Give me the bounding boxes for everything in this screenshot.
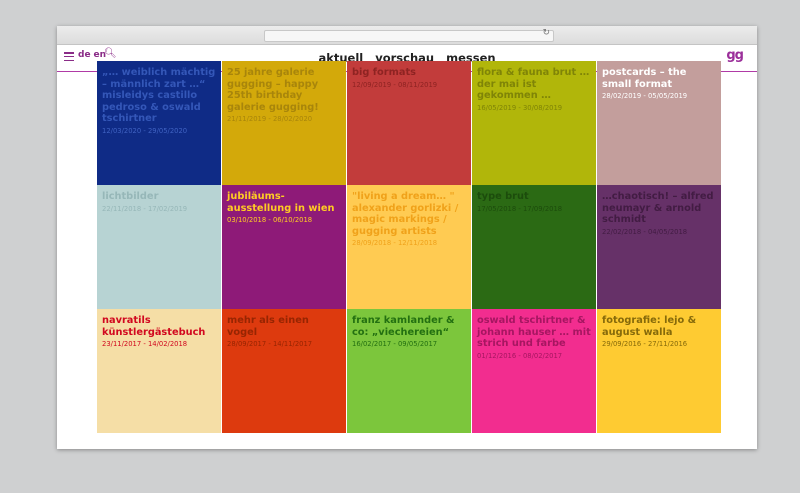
- exhibition-title: franz kamlander & co: „viechereien“: [352, 315, 455, 338]
- exhibition-tile[interactable]: postcards – the small format 28/02/2019 -…: [597, 61, 721, 185]
- exhibition-title: big formats: [352, 67, 416, 78]
- site-logo[interactable]: gg: [726, 48, 744, 63]
- browser-window: ↻ de en 🔍︎ aktuell vorschau messen gg „……: [57, 26, 757, 449]
- exhibition-date: 22/02/2018 - 04/05/2018: [602, 227, 688, 236]
- exhibition-date: 21/11/2019 - 28/02/2020: [227, 115, 313, 123]
- browser-toolbar: ↻: [57, 26, 757, 45]
- exhibition-title: fotografie: lejo & august walla: [602, 315, 697, 338]
- exhibition-tile[interactable]: big formats 12/09/2019 - 08/11/2019: [347, 61, 471, 185]
- exhibition-date: 16/05/2019 - 30/08/2019: [477, 103, 563, 112]
- exhibition-title: …chaotisch! – alfred neumayr & arnold sc…: [602, 191, 714, 225]
- exhibition-title: mehr als einen vogel: [227, 315, 309, 338]
- exhibition-tile[interactable]: "living a dream… " alexander gorlizki / …: [347, 185, 471, 309]
- exhibition-date: 16/02/2017 - 09/05/2017: [352, 340, 438, 348]
- exhibition-grid: „… weiblich mächtig – männlich zart …“ m…: [97, 61, 721, 433]
- exhibition-date: 29/09/2016 - 27/11/2016: [602, 340, 688, 348]
- exhibition-tile[interactable]: oswald tschirtner & johann hauser … mit …: [472, 309, 596, 433]
- exhibition-title: type brut: [477, 191, 529, 202]
- exhibition-title: postcards – the small format: [602, 67, 687, 90]
- exhibition-tile[interactable]: flora & fauna brut … der mai ist gekomme…: [472, 61, 596, 185]
- exhibition-tile[interactable]: jubiläums-ausstellung in wien 03/10/2018 …: [222, 185, 346, 309]
- exhibition-tile[interactable]: 25 jahre galerie gugging – happy 25th bi…: [222, 61, 346, 185]
- exhibition-tile[interactable]: navratils künstlergästebuch 23/11/2017 - …: [97, 309, 221, 433]
- exhibition-date: 03/10/2018 - 06/10/2018: [227, 216, 313, 224]
- exhibition-tile[interactable]: „… weiblich mächtig – männlich zart …“ m…: [97, 61, 221, 185]
- exhibition-date: 12/03/2020 - 29/05/2020: [102, 126, 188, 135]
- exhibition-title: „… weiblich mächtig – männlich zart …“ m…: [102, 67, 216, 124]
- exhibition-title: navratils künstlergästebuch: [102, 315, 206, 338]
- exhibition-tile[interactable]: fotografie: lejo & august walla 29/09/201…: [597, 309, 721, 433]
- exhibition-date: 28/09/2017 - 14/11/2017: [227, 340, 313, 348]
- exhibition-date: 01/12/2016 - 08/02/2017: [477, 351, 563, 360]
- exhibition-title: flora & fauna brut … der mai ist gekomme…: [477, 67, 590, 101]
- exhibition-title: oswald tschirtner & johann hauser … mit …: [477, 315, 591, 349]
- exhibition-title: "living a dream… " alexander gorlizki / …: [352, 191, 459, 237]
- exhibition-date: 22/11/2018 - 17/02/2019: [102, 204, 188, 213]
- exhibition-date: 28/09/2018 - 12/11/2018: [352, 239, 438, 247]
- exhibition-date: 12/09/2019 - 08/11/2019: [352, 80, 438, 89]
- exhibition-date: 17/05/2018 - 17/09/2018: [477, 204, 563, 213]
- exhibition-tile[interactable]: franz kamlander & co: „viechereien“ 16/02…: [347, 309, 471, 433]
- exhibition-title: lichtbilder: [102, 191, 159, 202]
- exhibition-tile[interactable]: type brut 17/05/2018 - 17/09/2018: [472, 185, 596, 309]
- exhibition-title: jubiläums-ausstellung in wien: [227, 191, 335, 214]
- reload-icon[interactable]: ↻: [542, 28, 550, 38]
- exhibition-tile[interactable]: …chaotisch! – alfred neumayr & arnold sc…: [597, 185, 721, 309]
- exhibition-date: 28/02/2019 - 05/05/2019: [602, 92, 688, 100]
- exhibition-date: 23/11/2017 - 14/02/2018: [102, 340, 188, 348]
- exhibition-title: 25 jahre galerie gugging – happy 25th bi…: [227, 67, 319, 113]
- exhibition-tile[interactable]: mehr als einen vogel 28/09/2017 - 14/11/2…: [222, 309, 346, 433]
- address-bar[interactable]: ↻: [264, 28, 554, 42]
- exhibition-tile[interactable]: lichtbilder 22/11/2018 - 17/02/2019: [97, 185, 221, 309]
